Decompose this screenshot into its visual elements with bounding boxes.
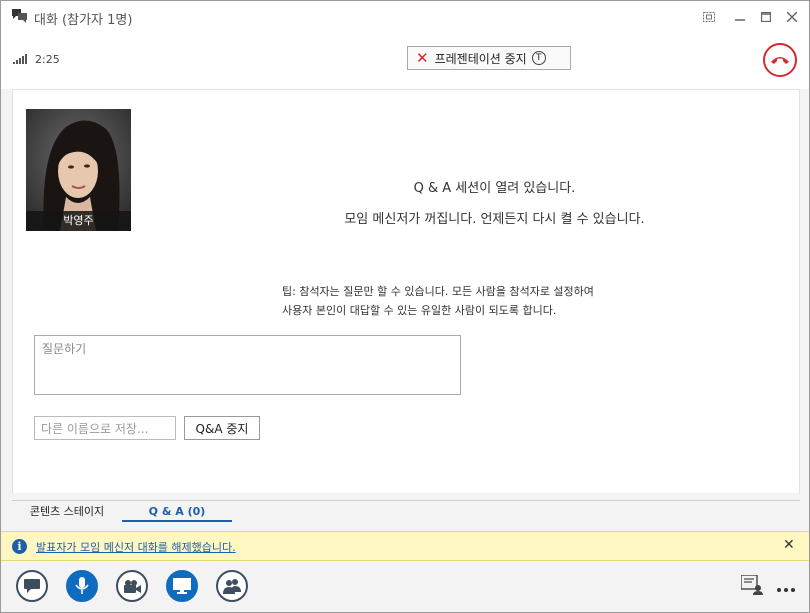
chat-bubble-icon — [24, 579, 40, 593]
chat-app-icon — [12, 9, 27, 23]
info-icon: i — [12, 539, 27, 554]
question-input[interactable]: 질문하기 — [34, 335, 461, 395]
compact-view-button[interactable] — [698, 7, 720, 27]
call-bar: 2:25 ✕ 프레젠테이션 중지 T — [1, 33, 809, 89]
conversation-window: 대화 (참가자 1명) 2:25 ✕ 프레젠테이션 중지 T 박영주 Q & A… — [0, 0, 810, 613]
stop-qa-button[interactable]: Q&A 중지 — [184, 416, 260, 440]
signal-strength-icon — [13, 54, 27, 64]
meeting-entry-button[interactable] — [740, 574, 763, 599]
stage-tabs: 콘텐츠 스테이지 Q & A (0) — [12, 500, 800, 522]
window-title: 대화 (참가자 1명) — [34, 13, 133, 28]
notification-message[interactable]: 발표자가 모임 메신저 대화를 해제했습니다. — [36, 539, 236, 555]
qa-tip: 팁: 참석자는 질문만 할 수 있습니다. 모든 사람을 참석자로 설정하여 사… — [282, 282, 594, 320]
qa-tip-line-1: 팁: 참석자는 질문만 할 수 있습니다. 모든 사람을 참석자로 설정하여 — [282, 285, 594, 298]
more-options-button[interactable] — [776, 578, 796, 597]
maximize-button[interactable] — [755, 7, 777, 27]
hang-up-button[interactable] — [763, 43, 797, 77]
present-button[interactable] — [166, 570, 198, 602]
participants-button[interactable] — [216, 570, 248, 602]
presentation-stage: 박영주 Q & A 세션이 열려 있습니다. 모임 메신저가 꺼집니다. 언제든… — [12, 89, 800, 493]
people-icon — [223, 579, 241, 594]
minimize-icon — [735, 19, 745, 21]
stop-presentation-label: 프레젠테이션 중지 — [434, 51, 527, 66]
tab-content-stage[interactable]: 콘텐츠 스테이지 — [12, 501, 122, 522]
qa-open-message: Q & A 세션이 열려 있습니다. — [413, 181, 576, 196]
shortcut-key-badge: T — [531, 51, 546, 65]
bottom-toolbar — [1, 562, 809, 612]
qa-tip-line-2: 사용자 본인이 대답할 수 있는 유일한 사람이 되도록 합니다. — [282, 304, 557, 317]
notification-bar: i 발표자가 모임 메신저 대화를 해제했습니다. ✕ — [1, 531, 809, 561]
call-duration: 2:25 — [35, 53, 60, 66]
save-as-button[interactable]: 다른 이름으로 저장... — [34, 416, 176, 440]
minimize-button[interactable] — [729, 7, 751, 27]
ellipsis-icon — [777, 588, 795, 592]
title-bar: 대화 (참가자 1명) — [1, 1, 809, 33]
tab-qa[interactable]: Q & A (0) — [122, 501, 232, 522]
notification-close-icon[interactable]: ✕ — [783, 537, 795, 553]
phone-mic-icon — [75, 577, 89, 594]
compact-view-icon — [703, 12, 715, 22]
im-button[interactable] — [16, 570, 48, 602]
maximize-icon — [761, 12, 771, 22]
video-button[interactable] — [116, 570, 148, 602]
stop-x-icon: ✕ — [416, 49, 429, 67]
audio-button[interactable] — [66, 570, 98, 602]
hang-up-phone-icon — [771, 57, 789, 64]
video-camera-icon — [124, 580, 141, 593]
close-button[interactable] — [781, 7, 803, 27]
meeting-info-icon — [740, 574, 763, 595]
close-icon — [787, 12, 797, 22]
monitor-icon — [173, 578, 191, 594]
messenger-off-message: 모임 메신저가 꺼집니다. 언제든지 다시 켤 수 있습니다. — [344, 212, 645, 227]
stop-presentation-button[interactable]: ✕ 프레젠테이션 중지 T — [407, 46, 571, 70]
